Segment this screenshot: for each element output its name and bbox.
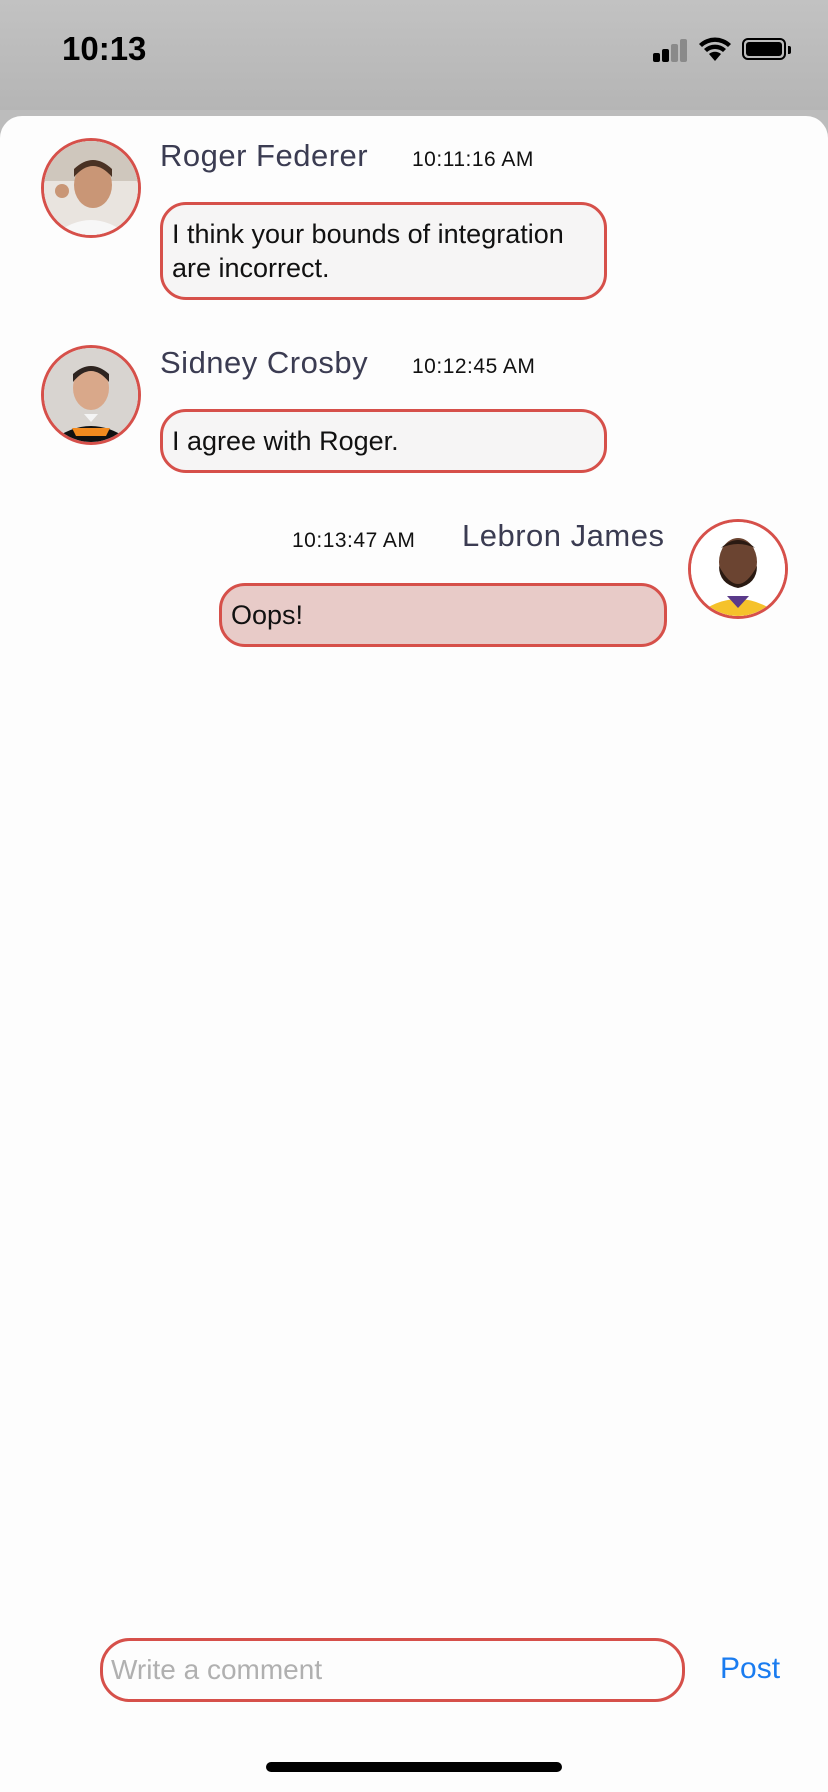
message-timestamp: 10:12:45 AM bbox=[412, 355, 536, 378]
message-bubble: I think your bounds of integration are i… bbox=[160, 202, 607, 300]
avatar[interactable] bbox=[41, 138, 141, 238]
author-name: Lebron James bbox=[462, 518, 665, 553]
avatar[interactable] bbox=[41, 345, 141, 445]
author-name: Roger Federer bbox=[160, 138, 369, 173]
cellular-signal-icon bbox=[653, 38, 689, 62]
wifi-icon bbox=[699, 37, 731, 61]
status-time: 10:13 bbox=[62, 30, 147, 67]
comment-input[interactable] bbox=[100, 1638, 685, 1702]
post-button[interactable]: Post bbox=[720, 1652, 780, 1686]
message-timestamp: 10:13:47 AM bbox=[292, 529, 416, 552]
battery-icon bbox=[742, 38, 792, 62]
avatar[interactable] bbox=[688, 519, 788, 619]
status-bar: 10:13 bbox=[0, 0, 828, 110]
message-bubble: Oops! bbox=[219, 583, 667, 647]
message-bubble: I agree with Roger. bbox=[160, 409, 607, 473]
message-timestamp: 10:11:16 AM bbox=[412, 148, 534, 171]
comments-sheet: Roger Federer 10:11:16 AM I think your b… bbox=[0, 116, 828, 1792]
home-indicator bbox=[266, 1762, 562, 1772]
author-name: Sidney Crosby bbox=[160, 345, 369, 380]
